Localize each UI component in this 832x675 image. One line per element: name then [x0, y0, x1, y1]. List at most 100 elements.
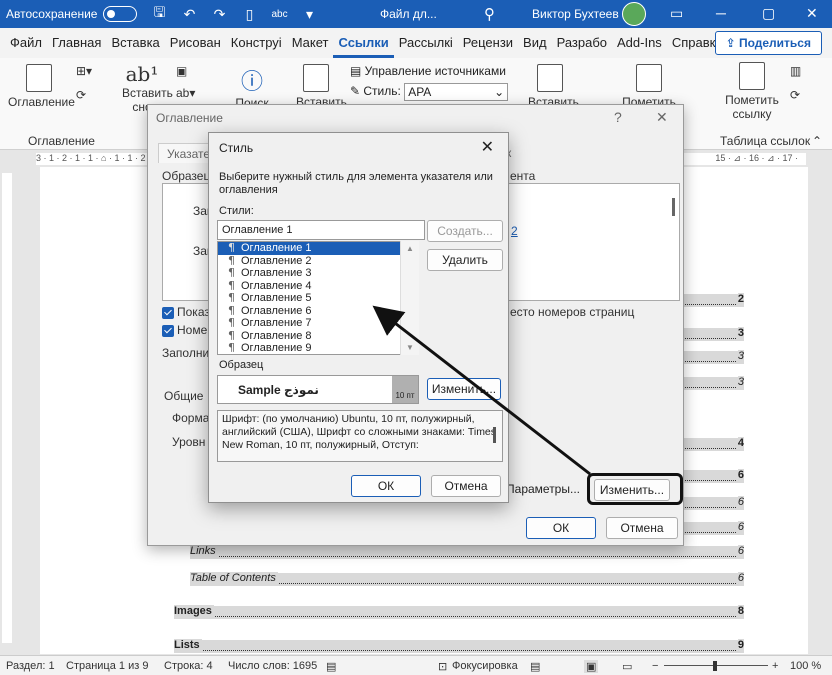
spelling-icon[interactable]: abc: [271, 9, 287, 20]
close-button[interactable]: ✕: [806, 5, 818, 22]
title-bar: Автосохранение 🖫 ↶ ↷ ▯ abc ▾ Файл дл... …: [0, 0, 832, 28]
list-item[interactable]: ¶ Оглавление 7: [218, 316, 418, 330]
preview-scrollbar[interactable]: [672, 198, 675, 216]
toc-entry-page: 9: [737, 639, 744, 651]
toc-entry[interactable]: Lists 9: [174, 639, 744, 653]
status-page[interactable]: Страница 1 из 9: [66, 660, 148, 672]
add-text-icon[interactable]: ⊞▾: [76, 64, 92, 78]
list-item[interactable]: ¶ Оглавление 2: [218, 254, 418, 268]
ribbon-display-icon[interactable]: ▭: [670, 5, 683, 22]
redo-icon[interactable]: ↷: [211, 6, 227, 23]
tab-file[interactable]: Файл: [0, 28, 47, 58]
styles-list[interactable]: ¶ Оглавление 1 ¶ Оглавление 2 ¶ Оглавление …: [217, 241, 419, 355]
tab-layout[interactable]: Макет: [287, 28, 334, 58]
tab-insert[interactable]: Вставка: [106, 28, 164, 58]
share-button[interactable]: ⇪ Поделиться: [714, 31, 822, 55]
table-of-authorities-icon[interactable]: ▥: [790, 64, 801, 78]
tab-design[interactable]: Конструі: [226, 28, 287, 58]
styles-scrollbar[interactable]: ▲ ▼: [400, 241, 419, 355]
hyperlinks-option-label[interactable]: есто номеров страниц: [510, 305, 634, 319]
tab-references[interactable]: Ссылки: [333, 28, 394, 58]
next-footnote-icon[interactable]: ab▾: [176, 86, 195, 100]
ok-button[interactable]: ОК: [526, 517, 596, 539]
vertical-ruler-track: [2, 173, 12, 643]
read-mode-icon[interactable]: ▤: [530, 660, 540, 673]
minimize-button[interactable]: ─: [716, 5, 726, 21]
update-table-icon[interactable]: ⟳: [76, 88, 86, 102]
tab-review[interactable]: Рецензи: [458, 28, 518, 58]
undo-icon[interactable]: ↶: [181, 6, 197, 23]
tab-addins[interactable]: Add-Ins: [612, 28, 667, 58]
toc-entry[interactable]: Table of Contents 6: [190, 572, 744, 586]
ruler-marks-right: 15 · ⊿ · 16 · ⊿ · 17 ·: [715, 153, 798, 163]
status-line[interactable]: Строка: 4: [164, 660, 213, 672]
tab-view[interactable]: Вид: [518, 28, 552, 58]
caption-icon: [537, 64, 563, 92]
list-item[interactable]: ¶ Оглавление 8: [218, 329, 418, 343]
right-align-checkbox[interactable]: Номер: [162, 323, 214, 337]
status-words[interactable]: Число слов: 1695: [228, 660, 317, 672]
mark-entry-button[interactable]: Пометить: [622, 64, 676, 109]
tab-draw[interactable]: Рисован: [165, 28, 226, 58]
insert-endnote-icon[interactable]: ▣: [176, 64, 187, 78]
close-icon[interactable]: ✕: [656, 109, 668, 126]
footnote-label: Вставить: [122, 86, 173, 100]
tab-mailings[interactable]: Рассылкі: [394, 28, 458, 58]
list-item[interactable]: ¶ Оглавление 4: [218, 279, 418, 293]
collapse-ribbon-icon[interactable]: ⌃: [812, 134, 822, 148]
scroll-up-icon[interactable]: ▲: [406, 244, 414, 253]
modify-style-button[interactable]: Изменить...: [427, 378, 501, 400]
file-name[interactable]: Файл дл...: [380, 7, 437, 21]
help-icon[interactable]: ?: [614, 109, 622, 125]
save-icon[interactable]: 🖫: [151, 2, 167, 26]
print-layout-icon[interactable]: ▣: [584, 660, 599, 673]
page-icon[interactable]: ▯: [241, 6, 257, 23]
avatar[interactable]: [622, 2, 646, 26]
maximize-button[interactable]: ▢: [762, 5, 775, 22]
create-style-button[interactable]: Создать...: [427, 220, 503, 242]
insert-citation-button[interactable]: Вставить: [296, 64, 347, 109]
list-item[interactable]: ¶ Оглавление 1: [218, 242, 418, 255]
zoom-level[interactable]: 100 %: [790, 660, 821, 672]
show-page-numbers-checkbox[interactable]: Показ: [162, 305, 210, 319]
list-item[interactable]: ¶ Оглавление 3: [218, 266, 418, 280]
scroll-down-icon[interactable]: ▼: [406, 343, 414, 352]
insert-caption-button[interactable]: Вставить: [528, 64, 579, 109]
toc-entry-page: 8: [737, 605, 744, 617]
zoom-slider-thumb[interactable]: [713, 661, 717, 671]
autosave-toggle[interactable]: [103, 6, 138, 22]
tab-developer[interactable]: Разрабо: [552, 28, 612, 58]
tab-home[interactable]: Главная: [47, 28, 106, 58]
list-item[interactable]: ¶ Оглавление 6: [218, 304, 418, 318]
toc-button[interactable]: Оглавление: [8, 64, 75, 109]
vertical-ruler[interactable]: [0, 167, 14, 654]
toc-entry[interactable]: Images 8: [174, 605, 744, 619]
ok-button[interactable]: ОК: [351, 475, 421, 497]
cancel-button[interactable]: Отмена: [431, 475, 501, 497]
toc-entry[interactable]: Links 6: [190, 545, 744, 559]
proofing-icon[interactable]: ▤: [326, 660, 336, 673]
manage-sources-button[interactable]: ▤ Управление источниками: [350, 64, 506, 78]
list-item[interactable]: ¶ Оглавление 9: [218, 341, 418, 354]
close-icon[interactable]: ✕: [481, 137, 494, 157]
search-icon[interactable]: ⚲: [484, 5, 495, 23]
style-select[interactable]: APA ⌄: [404, 83, 509, 101]
web-layout-icon[interactable]: ▭: [622, 660, 632, 673]
update-authorities-icon[interactable]: ⟳: [790, 88, 800, 102]
style-name-field[interactable]: Оглавление 1: [217, 220, 425, 240]
zoom-out-button[interactable]: −: [652, 660, 658, 672]
list-item[interactable]: ¶ Оглавление 5: [218, 291, 418, 305]
user-name[interactable]: Виктор Бухтеев: [532, 7, 619, 21]
status-section[interactable]: Раздел: 1: [6, 660, 55, 672]
cancel-button[interactable]: Отмена: [606, 517, 678, 539]
options-button[interactable]: Параметры...: [504, 479, 582, 501]
zoom-in-button[interactable]: +: [772, 660, 778, 672]
mark-citation-button[interactable]: Пометить ссылку: [722, 62, 782, 121]
style-selector[interactable]: ✎ Стиль: APA ⌄: [350, 83, 509, 101]
preview-link[interactable]: 2: [511, 224, 518, 238]
status-focus[interactable]: Фокусировка: [452, 660, 518, 672]
delete-style-button[interactable]: Удалить: [427, 249, 503, 271]
levels-label: Уровн: [172, 435, 206, 449]
customize-toolbar-icon[interactable]: ▾: [301, 6, 317, 23]
description-scrollbar[interactable]: [493, 427, 496, 443]
